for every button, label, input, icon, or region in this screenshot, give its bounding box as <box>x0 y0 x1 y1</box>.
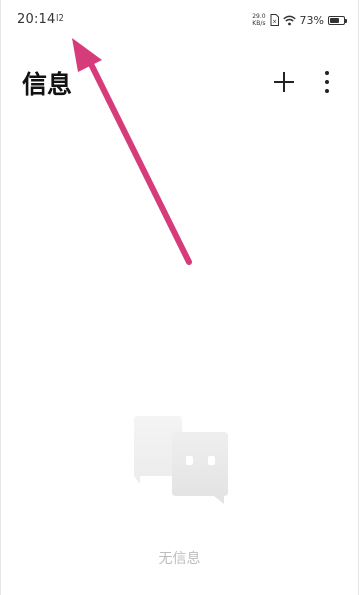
battery-percent: 73% <box>299 13 324 27</box>
network-speed-unit: KB/s <box>252 20 266 27</box>
app-header: 信息 <box>0 55 359 105</box>
plus-icon <box>274 72 294 92</box>
chat-bubbles-icon <box>128 412 232 506</box>
status-bar: 20:14 I2 29.0 KB/s × 73% <box>0 0 359 40</box>
battery-icon <box>328 15 347 25</box>
battery-fill <box>330 17 339 23</box>
wifi-icon <box>282 11 296 30</box>
empty-state-message: 无信息 <box>158 551 201 567</box>
svg-text:×: × <box>272 18 277 25</box>
more-options-button[interactable] <box>317 68 337 96</box>
new-message-button[interactable] <box>270 68 298 96</box>
network-speed-value: 29.0 <box>252 13 266 20</box>
battery-cap <box>345 18 347 23</box>
page-title: 信息 <box>22 70 73 99</box>
network-speed: 29.0 KB/s <box>252 13 265 27</box>
status-indicators: 29.0 KB/s × 73% <box>252 10 347 30</box>
more-vertical-icon <box>325 71 329 93</box>
notification-icon: I2 <box>56 13 64 24</box>
sim-card-icon: × <box>270 11 279 30</box>
status-time: 20:14 <box>17 12 56 27</box>
